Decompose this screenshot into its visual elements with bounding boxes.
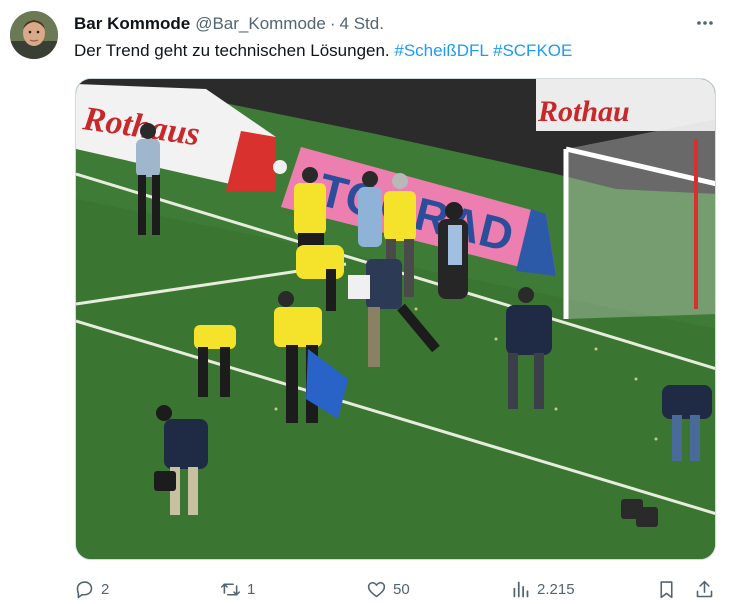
views-button[interactable]: 2.215 [510,576,575,602]
views-count: 2.215 [537,580,575,598]
avatar[interactable] [10,11,58,59]
repost-icon [220,582,241,596]
bookmark-button[interactable] [656,576,677,602]
tweet-header: Bar Kommode @Bar_Kommode · 4 Std. [74,13,384,35]
tweet-media-photo[interactable]: Rothaus TOORAD Rothau [75,78,716,560]
reply-button[interactable]: 2 [74,576,109,602]
repost-button[interactable]: 1 [220,576,255,602]
reply-icon [76,580,93,598]
share-button[interactable] [694,576,715,602]
tweet-text: Der Trend geht zu technischen Lösungen. … [74,40,572,62]
like-count: 50 [393,580,410,598]
tweet-actions: 2 1 50 2.215 [74,576,724,602]
more-options-button[interactable] [688,10,722,36]
reply-count: 2 [101,580,110,598]
author-handle[interactable]: @Bar_Kommode [195,14,326,34]
ad-text-right: Rothau [537,95,630,128]
like-button[interactable]: 50 [366,576,410,602]
views-icon [513,581,529,597]
goal [563,119,715,319]
share-icon [696,580,713,597]
like-icon [367,581,386,597]
ball [273,160,287,174]
avatar-image [10,11,58,59]
tweet-timestamp[interactable]: 4 Std. [340,14,384,34]
author-name[interactable]: Bar Kommode [74,14,190,34]
separator-dot: · [329,14,336,33]
repost-count: 1 [247,580,256,598]
bookmark-icon [660,580,673,598]
more-icon [697,21,713,25]
hashtag-scheissdfl[interactable]: #ScheißDFL [394,41,488,60]
hashtag-scfkoe[interactable]: #SCFKOE [493,41,572,60]
tweet-body: Der Trend geht zu technischen Lösungen. [74,41,390,60]
